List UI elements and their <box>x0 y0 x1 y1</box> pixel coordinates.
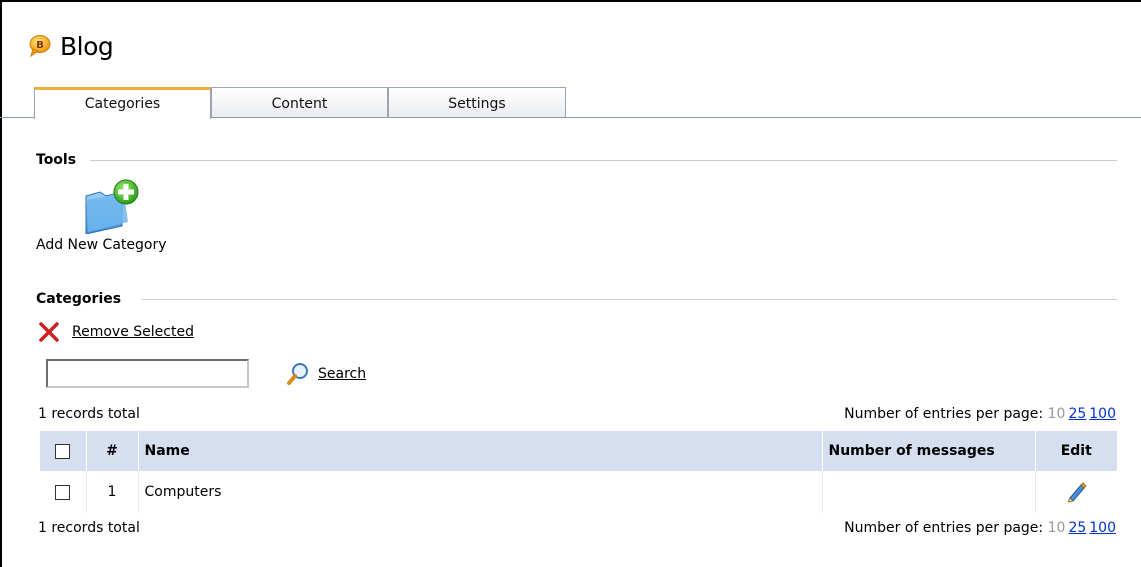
table-row: 1 Computers <box>40 471 1117 513</box>
row-messages <box>822 471 1036 513</box>
search-input[interactable] <box>46 359 249 388</box>
categories-heading: Categories <box>36 291 122 307</box>
page-size-25[interactable]: 25 <box>1068 406 1086 422</box>
svg-text:B: B <box>36 40 44 51</box>
remove-selected-link[interactable]: Remove Selected <box>72 324 194 340</box>
tab-categories[interactable]: Categories <box>34 87 211 119</box>
active-tab-gap <box>35 116 210 119</box>
tab-label: Settings <box>448 96 506 112</box>
search-link[interactable]: Search <box>318 366 366 382</box>
blog-icon: B <box>29 35 51 58</box>
magnifier-icon <box>287 363 308 385</box>
row-checkbox[interactable] <box>55 484 71 500</box>
row-select-cell <box>40 471 87 513</box>
tools-heading: Tools <box>36 152 77 168</box>
entries-per-page-label: Number of entries per page: <box>844 520 1044 536</box>
page-size-100[interactable]: 100 <box>1089 406 1116 422</box>
edit-pencil-icon[interactable] <box>1065 481 1087 503</box>
row-name: Computers <box>138 471 823 513</box>
select-all-checkbox[interactable] <box>55 443 71 459</box>
page-size-100[interactable]: 100 <box>1089 520 1116 536</box>
page-size-current: 10 <box>1047 406 1066 422</box>
column-name: Name <box>138 431 823 471</box>
tools-divider <box>90 160 1117 161</box>
select-all-header <box>40 431 87 471</box>
records-total: 1 records total <box>38 406 140 422</box>
column-messages: Number of messages <box>822 431 1036 471</box>
entries-per-page: Number of entries per page: 10 25 100 <box>844 406 1116 422</box>
table-header-row: # Name Number of messages Edit <box>40 431 1117 471</box>
categories-divider <box>142 299 1117 300</box>
delete-icon <box>39 322 59 342</box>
row-edit-cell <box>1035 471 1117 513</box>
page-size-25[interactable]: 25 <box>1068 520 1086 536</box>
categories-table: # Name Number of messages Edit 1 Compute… <box>40 431 1117 513</box>
tab-content[interactable]: Content <box>211 87 388 118</box>
records-total-bottom: 1 records total <box>38 520 140 536</box>
tab-label: Content <box>271 96 328 112</box>
column-edit: Edit <box>1035 431 1117 471</box>
entries-per-page-bottom: Number of entries per page: 10 25 100 <box>844 520 1116 536</box>
tab-label: Categories <box>84 96 161 112</box>
row-number: 1 <box>86 471 139 513</box>
column-number: # <box>86 431 139 471</box>
search-button[interactable]: Search <box>286 362 366 386</box>
page-header: B Blog <box>28 28 114 64</box>
tab-settings[interactable]: Settings <box>388 87 566 118</box>
add-new-category-label: Add New Category <box>36 237 167 253</box>
remove-selected-button[interactable]: Remove Selected <box>38 321 194 343</box>
folder-add-icon <box>85 179 139 234</box>
page-size-current: 10 <box>1047 520 1066 536</box>
page-title: Blog <box>60 31 114 61</box>
entries-per-page-label: Number of entries per page: <box>844 406 1044 422</box>
add-new-category-button[interactable]: Add New Category <box>36 178 196 253</box>
